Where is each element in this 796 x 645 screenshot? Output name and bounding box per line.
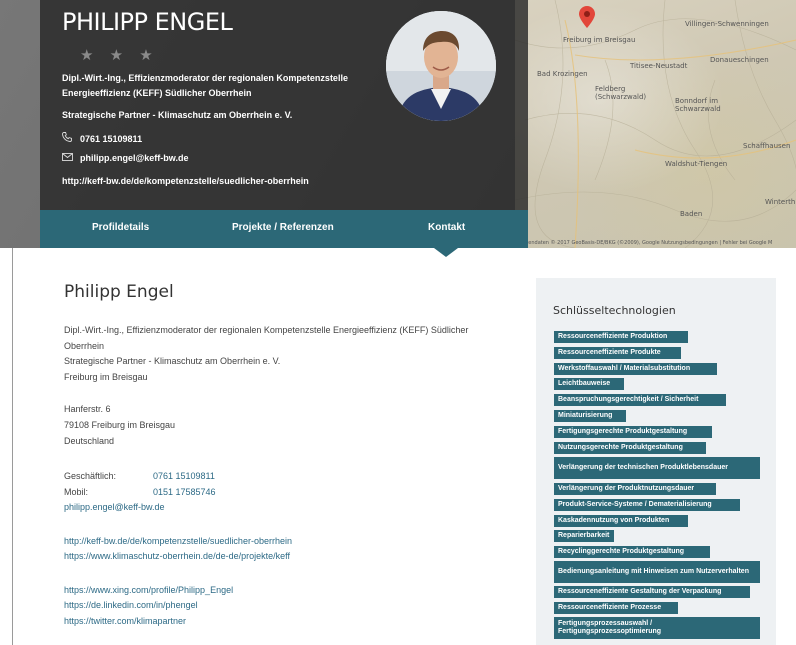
- tab-bar: Profildetails Projekte / Referenzen Kont…: [40, 210, 528, 248]
- profile-partner: Strategische Partner - Klimaschutz am Ob…: [62, 110, 293, 120]
- business-phone-label: Geschäftlich:: [64, 471, 117, 481]
- profile-name: PHILIPP ENGEL: [62, 8, 233, 36]
- avatar: [386, 11, 496, 121]
- mobile-phone-row: Mobil: 0151 17585746: [64, 487, 216, 497]
- profile-title-line2: Energieeffizienz (KEFF) Südlicher Oberrh…: [62, 88, 252, 98]
- map-label-donaueschingen: Donaueschingen: [710, 56, 769, 64]
- desc-line3: Strategische Partner - Klimaschutz am Ob…: [64, 356, 281, 366]
- tab-kontakt[interactable]: Kontakt: [428, 222, 465, 233]
- tag-ressourceneffiziente-produktion[interactable]: Ressourceneffiziente Produktion: [554, 331, 688, 343]
- tag-gestaltung-verpackung[interactable]: Ressourceneffiziente Gestaltung der Verp…: [554, 586, 750, 598]
- profile-phone-row[interactable]: 0761 15109811: [62, 132, 142, 144]
- profile-phone: 0761 15109811: [80, 134, 143, 144]
- keff-link[interactable]: http://keff-bw.de/de/kompetenzstelle/sue…: [64, 533, 292, 549]
- address-city: 79108 Freiburg im Breisgau: [64, 420, 176, 430]
- profile-title-line1: Dipl.-Wirt.-Ing., Effizienzmoderator der…: [62, 73, 348, 83]
- tag-ressourceneffiziente-prozesse[interactable]: Ressourceneffiziente Prozesse: [554, 602, 678, 614]
- rating-stars: ★ ★ ★: [80, 47, 159, 64]
- tag-leichtbauweise[interactable]: Leichtbauweise: [554, 378, 624, 390]
- tag-nutzungsgerechte-produktgestaltung[interactable]: Nutzungsgerechte Produktgestaltung: [554, 442, 706, 454]
- linkedin-link[interactable]: https://de.linkedin.com/in/phengel: [64, 597, 198, 613]
- map-label-freiburg: Freiburg im Breisgau: [563, 36, 636, 44]
- tag-werkstoffauswahl[interactable]: Werkstoffauswahl / Materialsubstitution: [554, 363, 717, 375]
- profile-header: Freiburg im Breisgau Villingen-Schwennin…: [0, 0, 796, 248]
- business-phone-link[interactable]: 0761 15109811: [153, 471, 215, 481]
- active-tab-indicator: [434, 248, 458, 257]
- tag-miniaturisierung[interactable]: Miniaturisierung: [554, 410, 626, 422]
- mail-icon: [62, 153, 74, 163]
- key-technologies-sidebar: Schlüsseltechnologien Ressourceneffizien…: [536, 278, 776, 645]
- tag-fertigungsgerechte-produktgestaltung[interactable]: Fertigungsgerechte Produktgestaltung: [554, 426, 712, 438]
- address-country: Deutschland: [64, 436, 115, 446]
- tag-verlaengerung-produktnutzungsdauer[interactable]: Verlängerung der Produktnutzungsdauer: [554, 483, 716, 495]
- map-label-schaffhausen: Schaffhausen: [743, 142, 791, 150]
- desc-line4: Freiburg im Breisgau: [64, 372, 148, 382]
- desc-line2: Oberrhein: [64, 341, 105, 351]
- map-roads: [515, 0, 796, 248]
- tag-beanspruchungsgerechtigkeit[interactable]: Beanspruchungsgerechtigkeit / Sicherheit: [554, 394, 726, 406]
- email-link[interactable]: philipp.engel@keff-bw.de: [64, 499, 165, 515]
- tab-profildetails[interactable]: Profildetails: [92, 222, 149, 233]
- mobile-phone-label: Mobil:: [64, 487, 89, 497]
- map-copyright[interactable]: Kartendaten © 2017 GeoBasis-DE/BKG (©200…: [518, 240, 772, 246]
- map[interactable]: Freiburg im Breisgau Villingen-Schwennin…: [515, 0, 796, 248]
- desc-line1: Dipl.-Wirt.-Ing., Effizienzmoderator der…: [64, 325, 469, 335]
- tag-bedienungsanleitung[interactable]: Bedienungsanleitung mit Hinweisen zum Nu…: [554, 561, 760, 583]
- xing-link[interactable]: https://www.xing.com/profile/Philipp_Eng…: [64, 582, 233, 598]
- tag-fertigungsprozessauswahl[interactable]: Fertigungsprozessauswahl / Fertigungspro…: [554, 617, 760, 639]
- tag-kaskadennutzung[interactable]: Kaskadennutzung von Produkten: [554, 515, 688, 527]
- tag-reparierbarkeit[interactable]: Reparierbarkeit: [554, 530, 614, 542]
- page-title: Philipp Engel: [64, 282, 174, 302]
- tag-recyclinggerechte-produktgestaltung[interactable]: Recyclinggerechte Produktgestaltung: [554, 546, 710, 558]
- address-street: Hanferstr. 6: [64, 404, 111, 414]
- profile-url[interactable]: http://keff-bw.de/de/kompetenzstelle/sue…: [62, 176, 309, 186]
- mobile-phone-link[interactable]: 0151 17585746: [153, 487, 216, 497]
- map-label-krozingen: Bad Krozingen: [537, 70, 588, 78]
- profile-email-row[interactable]: philipp.engel@keff-bw.de: [62, 153, 188, 163]
- tag-ressourceneffiziente-produkte[interactable]: Ressourceneffiziente Produkte: [554, 347, 681, 359]
- profile-email: philipp.engel@keff-bw.de: [80, 153, 189, 163]
- twitter-link[interactable]: https://twitter.com/klimapartner: [64, 613, 186, 629]
- map-pin-icon[interactable]: [579, 6, 595, 28]
- tag-verlaengerung-produktlebensdauer[interactable]: Verlängerung der technischen Produktlebe…: [554, 457, 760, 479]
- tab-projekte-referenzen[interactable]: Projekte / Referenzen: [232, 222, 334, 233]
- tag-produkt-service-systeme[interactable]: Produkt-Service-Systeme / Dematerialisie…: [554, 499, 740, 511]
- map-label-waldshut: Waldshut-Tiengen: [665, 160, 728, 168]
- map-label-bonndorf: Bonndorf im Schwarzwald: [675, 97, 721, 113]
- business-phone-row: Geschäftlich: 0761 15109811: [64, 471, 215, 481]
- map-label-winterth: Winterth: [765, 198, 796, 206]
- map-label-villingen: Villingen-Schwenningen: [685, 20, 769, 28]
- klimaschutz-link[interactable]: https://www.klimaschutz-oberrhein.de/de-…: [64, 548, 290, 564]
- map-label-baden: Baden: [680, 210, 703, 218]
- map-label-feldberg: Feldberg (Schwarzwald): [595, 85, 647, 101]
- sidebar-title: Schlüsseltechnologien: [553, 304, 676, 317]
- phone-icon: [62, 132, 74, 144]
- map-label-titisee: Titisee-Neustadt: [630, 62, 688, 70]
